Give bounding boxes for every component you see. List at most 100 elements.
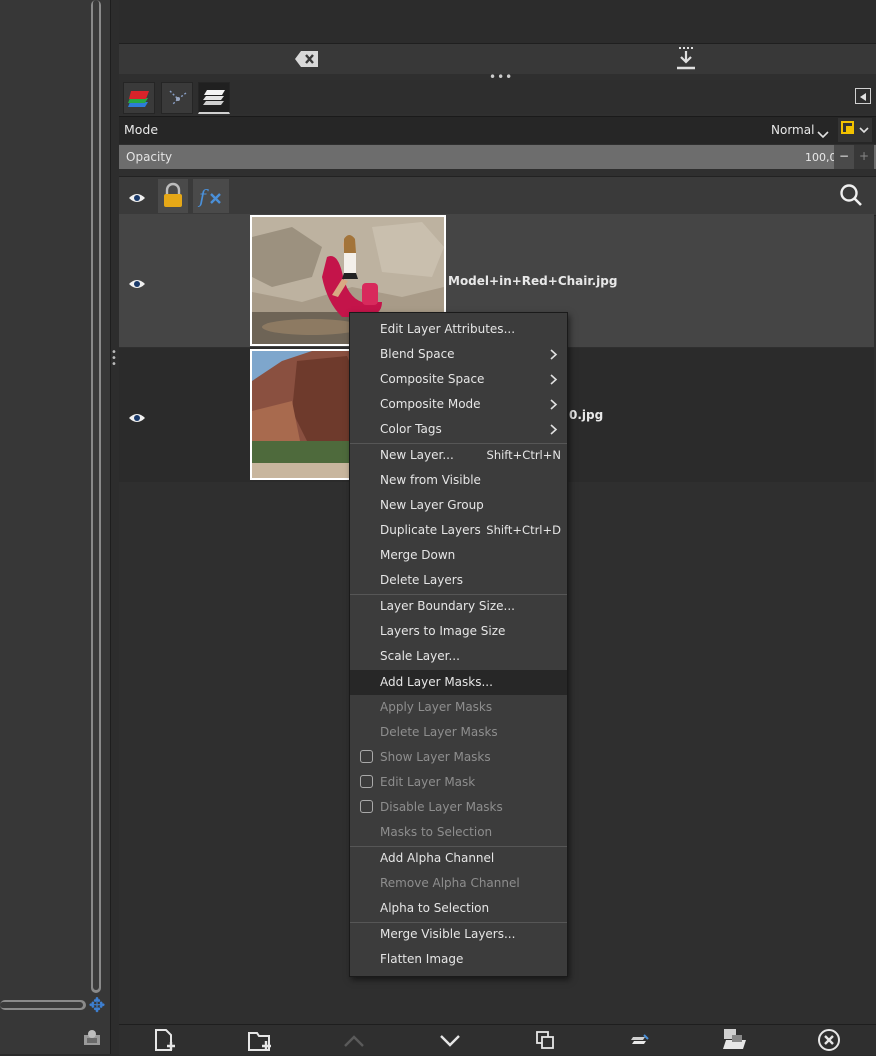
opacity-value: 100,0 bbox=[805, 151, 837, 164]
menu-item-flatten-image[interactable]: Flatten Image bbox=[350, 947, 567, 972]
menu-item-add-alpha-channel[interactable]: Add Alpha Channel bbox=[350, 846, 567, 871]
menu-item-shortcut: Shift+Ctrl+D bbox=[486, 523, 561, 537]
duplicate-layer-icon[interactable] bbox=[535, 1030, 555, 1054]
menu-item-blend-space[interactable]: Blend Space bbox=[350, 342, 567, 367]
menu-item-label: Scale Layer... bbox=[380, 649, 460, 663]
eye-icon[interactable] bbox=[128, 409, 146, 428]
horizontal-scrollbar-track bbox=[0, 1002, 83, 1008]
layers-header-toolbar bbox=[119, 176, 876, 216]
menu-item-add-layer-masks[interactable]: Add Layer Masks... bbox=[350, 670, 567, 695]
mode-dropdown[interactable]: Normal bbox=[760, 118, 835, 142]
menu-item-label: Composite Space bbox=[380, 372, 485, 386]
menu-item-show-layer-masks: Show Layer Masks bbox=[350, 745, 567, 770]
menu-item-new-from-visible[interactable]: New from Visible bbox=[350, 468, 567, 493]
menu-item-label: Blend Space bbox=[380, 347, 455, 361]
menu-item-delete-layers[interactable]: Delete Layers bbox=[350, 568, 567, 593]
menu-item-label: Composite Mode bbox=[380, 397, 481, 411]
opacity-label: Opacity bbox=[126, 150, 173, 164]
menu-item-layer-boundary-size[interactable]: Layer Boundary Size... bbox=[350, 594, 567, 619]
dock-tabs bbox=[119, 80, 876, 114]
menu-item-label: Merge Down bbox=[380, 548, 456, 562]
search-icon[interactable] bbox=[839, 183, 863, 211]
mode-switch-button[interactable] bbox=[838, 118, 872, 142]
checkbox-icon bbox=[360, 750, 373, 763]
menu-item-label: Remove Alpha Channel bbox=[380, 876, 520, 890]
opacity-increase-button[interactable]: + bbox=[854, 145, 874, 169]
pane-grip-icon[interactable]: • • • bbox=[111, 348, 117, 370]
svg-text:f: f bbox=[197, 186, 209, 208]
layer-name[interactable]: 0.jpg bbox=[569, 408, 603, 422]
eye-icon[interactable] bbox=[128, 275, 146, 294]
lock-icon[interactable] bbox=[158, 179, 188, 213]
chevron-down-icon bbox=[817, 125, 829, 144]
menu-item-label: Masks to Selection bbox=[380, 825, 493, 839]
menu-item-edit-layer-mask: Edit Layer Mask bbox=[350, 770, 567, 795]
menu-item-label: Edit Layer Mask bbox=[380, 775, 476, 789]
paths-tab-icon[interactable] bbox=[161, 82, 193, 114]
menu-item-label: Edit Layer Attributes... bbox=[380, 322, 516, 336]
lower-layer-icon[interactable] bbox=[438, 1033, 462, 1053]
checkbox-icon bbox=[360, 800, 373, 813]
menu-item-composite-mode[interactable]: Composite Mode bbox=[350, 392, 567, 417]
menu-item-label: Apply Layer Masks bbox=[380, 700, 493, 714]
menu-item-merge-down[interactable]: Merge Down bbox=[350, 543, 567, 568]
layers-bottom-toolbar bbox=[119, 1024, 876, 1055]
menu-item-label: Delete Layer Masks bbox=[380, 725, 498, 739]
menu-item-shortcut: Shift+Ctrl+N bbox=[486, 448, 561, 462]
anchor-layer-icon[interactable] bbox=[630, 1032, 650, 1052]
dock-upper-area bbox=[119, 0, 876, 44]
dock-menu-button[interactable] bbox=[855, 88, 871, 104]
plus-icon: + bbox=[859, 149, 870, 163]
menu-item-delete-layer-masks: Delete Layer Masks bbox=[350, 720, 567, 745]
menu-item-label: Duplicate Layers bbox=[380, 523, 481, 537]
menu-item-duplicate-layers[interactable]: Duplicate Layers Shift+Ctrl+D bbox=[350, 518, 567, 543]
menu-item-alpha-to-selection[interactable]: Alpha to Selection bbox=[350, 896, 567, 921]
menu-item-apply-layer-masks: Apply Layer Masks bbox=[350, 695, 567, 720]
menu-item-label: Layers to Image Size bbox=[380, 624, 506, 638]
layer-context-menu: Edit Layer Attributes... Blend Space Compo… bbox=[349, 312, 568, 977]
opacity-decrease-button[interactable]: − bbox=[834, 145, 854, 169]
menu-item-layers-to-image-size[interactable]: Layers to Image Size bbox=[350, 619, 567, 644]
quick-mask-icon[interactable] bbox=[82, 1027, 102, 1047]
opacity-slider[interactable] bbox=[119, 145, 876, 169]
menu-item-composite-space[interactable]: Composite Space bbox=[350, 367, 567, 392]
menu-item-new-layer-group[interactable]: New Layer Group bbox=[350, 493, 567, 518]
menu-item-label: New from Visible bbox=[380, 473, 481, 487]
raise-layer-icon[interactable] bbox=[342, 1033, 366, 1053]
menu-item-label: Merge Visible Layers... bbox=[380, 927, 516, 941]
menu-item-label: Delete Layers bbox=[380, 573, 463, 587]
menu-item-label: New Layer Group bbox=[380, 498, 484, 512]
menu-item-label: Flatten Image bbox=[380, 952, 464, 966]
menu-item-label: Color Tags bbox=[380, 422, 442, 436]
menu-item-new-layer[interactable]: New Layer... Shift+Ctrl+N bbox=[350, 443, 567, 468]
menu-item-label: Add Alpha Channel bbox=[380, 851, 495, 865]
menu-item-merge-visible-layers[interactable]: Merge Visible Layers... bbox=[350, 922, 567, 947]
menu-item-color-tags[interactable]: Color Tags bbox=[350, 417, 567, 442]
menu-item-label: Disable Layer Masks bbox=[380, 800, 503, 814]
channels-tab-icon[interactable] bbox=[198, 82, 230, 114]
mode-value: Normal bbox=[771, 123, 815, 137]
layers-tab-icon[interactable] bbox=[123, 82, 155, 114]
checkbox-icon bbox=[360, 775, 373, 788]
menu-item-edit-layer-attributes[interactable]: Edit Layer Attributes... bbox=[350, 317, 567, 342]
download-icon[interactable] bbox=[675, 47, 697, 71]
menu-item-scale-layer[interactable]: Scale Layer... bbox=[350, 644, 567, 669]
menu-item-label: Add Layer Masks... bbox=[380, 675, 493, 689]
clear-icon[interactable] bbox=[294, 50, 320, 68]
layer-name[interactable]: Model+in+Red+Chair.jpg bbox=[448, 274, 617, 288]
vertical-scrollbar-track bbox=[93, 0, 99, 990]
mode-label: Mode bbox=[124, 122, 159, 137]
menu-item-disable-layer-masks: Disable Layer Masks bbox=[350, 795, 567, 820]
menu-item-remove-alpha-channel: Remove Alpha Channel bbox=[350, 871, 567, 896]
fx-icon[interactable]: f bbox=[193, 179, 229, 213]
menu-item-label: New Layer... bbox=[380, 448, 454, 462]
add-mask-icon[interactable] bbox=[722, 1027, 748, 1055]
new-layer-icon[interactable] bbox=[153, 1028, 179, 1056]
new-layer-group-icon[interactable] bbox=[247, 1028, 275, 1056]
minus-icon: − bbox=[839, 149, 850, 163]
menu-item-masks-to-selection: Masks to Selection bbox=[350, 820, 567, 845]
menu-item-label: Alpha to Selection bbox=[380, 901, 490, 915]
eye-icon[interactable] bbox=[128, 189, 146, 208]
delete-layer-icon[interactable] bbox=[817, 1028, 841, 1056]
navigate-icon[interactable]: ✥ bbox=[86, 994, 108, 1016]
